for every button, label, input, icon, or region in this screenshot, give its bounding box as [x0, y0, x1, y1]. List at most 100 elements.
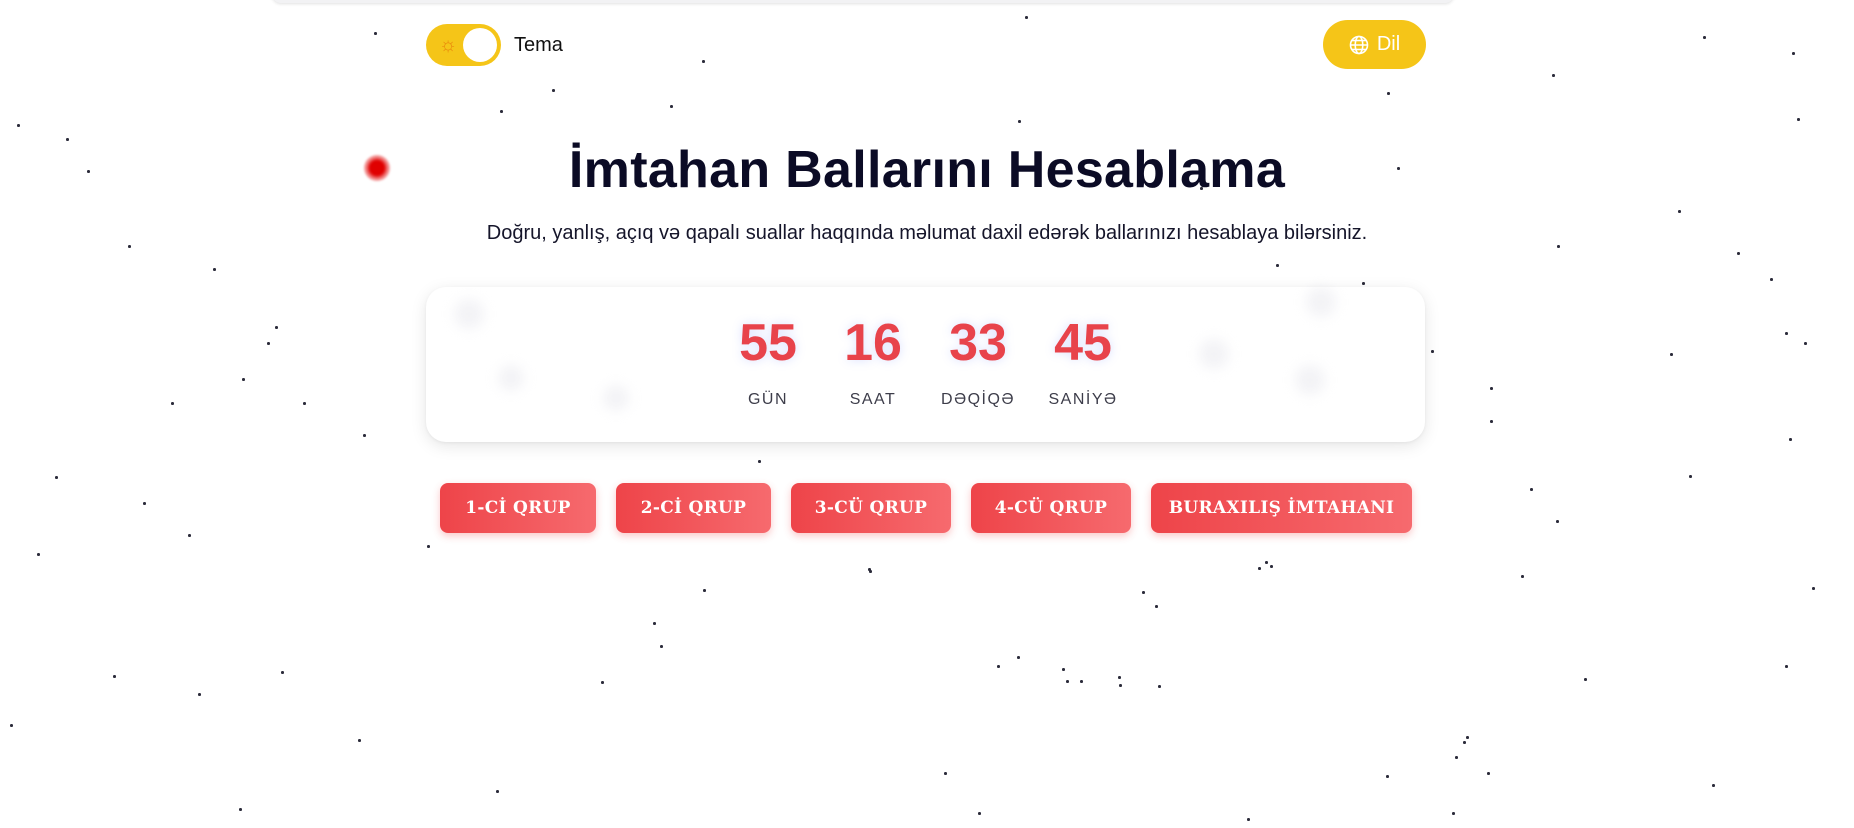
minutes-value: 33 [949, 314, 1007, 372]
star-dot [128, 245, 131, 248]
star-dot [1689, 475, 1692, 478]
star-dot [1386, 775, 1389, 778]
decor-blob [1199, 339, 1229, 369]
seconds-value: 45 [1054, 314, 1112, 372]
star-dot [1466, 736, 1469, 739]
star-dot [1119, 684, 1122, 687]
decor-blob [498, 365, 524, 391]
decor-blob [603, 385, 629, 411]
hours-value: 16 [844, 314, 902, 372]
star-dot [1387, 92, 1390, 95]
star-dot [363, 434, 366, 437]
star-dot [1792, 52, 1795, 55]
language-label: Dil [1376, 33, 1401, 55]
star-dot [653, 622, 656, 625]
star-dot [1785, 665, 1788, 668]
star-dot [1431, 350, 1434, 353]
countdown-minutes: 33 DƏQİQƏ [941, 317, 1015, 409]
language-button[interactable]: Dil [1323, 20, 1426, 69]
page: ☼ Tema Dil İmtahan Ballarını Hesablama D… [0, 0, 1854, 828]
star-dot [1463, 741, 1466, 744]
minutes-label: DƏQİQƏ [941, 391, 1015, 408]
page-subtitle: Doğru, yanlış, açıq və qapalı suallar ha… [486, 222, 1368, 244]
star-dot [267, 342, 270, 345]
countdown-days: 55 GÜN [739, 317, 797, 409]
days-label: GÜN [747, 391, 789, 408]
star-dot [303, 402, 306, 405]
star-dot [1155, 605, 1158, 608]
decor-blob [1295, 365, 1325, 395]
star-dot [1785, 332, 1788, 335]
star-dot [1556, 520, 1559, 523]
star-dot [239, 808, 242, 811]
star-dot [1703, 36, 1706, 39]
star-dot [275, 326, 278, 329]
star-dot [601, 681, 604, 684]
star-dot [1557, 245, 1560, 248]
star-dot [1670, 353, 1673, 356]
group-4-button[interactable]: 4-CÜ QRUP [971, 483, 1131, 533]
theme-toggle[interactable]: ☼ [426, 24, 501, 66]
star-dot [1487, 772, 1490, 775]
star-dot [113, 675, 116, 678]
group-1-button[interactable]: 1-Cİ QRUP [440, 483, 596, 533]
star-dot [1258, 567, 1261, 570]
star-dot [374, 32, 377, 35]
star-dot [55, 476, 58, 479]
star-dot [1158, 685, 1161, 688]
theme-switcher: ☼ Tema [426, 24, 563, 66]
days-value: 55 [739, 314, 797, 372]
star-dot [1270, 565, 1273, 568]
star-dot [978, 812, 981, 815]
theme-label: Tema [514, 33, 563, 56]
star-dot [1797, 118, 1800, 121]
star-dot [868, 568, 871, 571]
group-2-button[interactable]: 2-Cİ QRUP [616, 483, 771, 533]
decor-blob [1306, 287, 1336, 317]
star-dot [281, 671, 284, 674]
globe-icon [1349, 35, 1369, 55]
star-dot [1530, 488, 1533, 491]
star-dot [1789, 438, 1792, 441]
star-dot [496, 790, 499, 793]
star-dot [1142, 591, 1145, 594]
group-3-button[interactable]: 3-CÜ QRUP [791, 483, 951, 533]
page-title: İmtahan Ballarını Hesablama [568, 141, 1286, 199]
star-dot [703, 589, 706, 592]
star-dot [1452, 812, 1455, 815]
star-dot [1118, 676, 1121, 679]
star-dot [1276, 264, 1279, 267]
countdown-card: 55 GÜN 16 SAAT 33 DƏQİQƏ 45 SANİYƏ [426, 287, 1425, 442]
star-dot [1770, 278, 1773, 281]
star-dot [670, 105, 673, 108]
star-dot [1062, 668, 1065, 671]
countdown-seconds: 45 SANİYƏ [1048, 317, 1117, 409]
star-dot [1017, 656, 1020, 659]
star-dot [427, 545, 430, 548]
star-dot [17, 124, 20, 127]
star-dot [1678, 210, 1681, 213]
sun-icon: ☼ [438, 34, 458, 56]
star-dot [1490, 420, 1493, 423]
star-dot [1804, 342, 1807, 345]
star-dot [758, 460, 761, 463]
star-dot [1066, 680, 1069, 683]
star-dot [358, 739, 361, 742]
star-dot [997, 665, 1000, 668]
final-exam-button[interactable]: BURAXILIŞ İMTAHANI [1151, 483, 1412, 533]
star-dot [10, 724, 13, 727]
star-dot [1812, 587, 1815, 590]
top-bar-edge [272, 0, 1454, 3]
decor-blob [454, 299, 484, 329]
star-dot [1737, 252, 1740, 255]
star-dot [1018, 120, 1021, 123]
star-dot [552, 89, 555, 92]
countdown-hours: 16 SAAT [844, 317, 902, 409]
star-dot [1521, 575, 1524, 578]
star-dot [198, 693, 201, 696]
star-dot [1247, 818, 1250, 821]
star-dot [143, 502, 146, 505]
star-dot [702, 60, 705, 63]
star-dot [1455, 756, 1458, 759]
star-dot [1265, 561, 1268, 564]
